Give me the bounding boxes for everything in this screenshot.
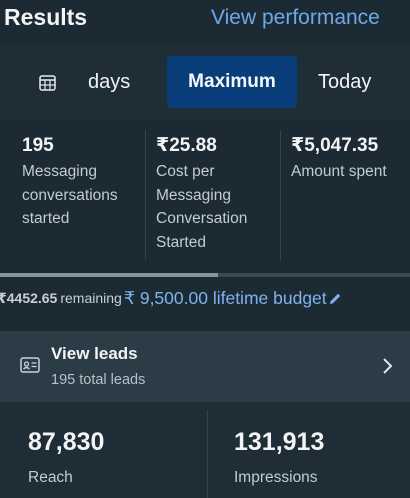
stat-messaging-conversations: 195 Messaging conversations started [22,132,144,231]
contact-card-icon [20,357,40,373]
tab-maximum[interactable]: Maximum [167,56,297,108]
budget-summary: ₹4452.65 remaining ₹ 9,500.00 lifetime b… [0,287,342,309]
view-leads-card[interactable]: View leads 195 total leads [0,331,410,402]
metric-value: 87,830 [28,428,105,456]
stat-label: Amount spent [291,163,387,180]
tab-maximum-label: Maximum [188,71,276,92]
stat-value: ₹25.88 [156,135,217,156]
stat-value: ₹5,047.35 [291,135,379,156]
lifetime-budget-link[interactable]: ₹ 9,500.00 lifetime budget [124,288,327,309]
budget-progress-fill [0,273,218,277]
date-range-tabs: days Maximum Today [0,46,410,120]
chevron-right-icon [383,358,393,374]
remaining-label: remaining [60,290,122,306]
metric-impressions: 131,913 Impressions [234,428,324,487]
stat-amount-spent: ₹5,047.35 Amount spent [291,132,409,184]
divider [145,130,146,260]
metric-reach: 87,830 Reach [28,428,104,487]
divider [207,410,208,498]
stat-label: Messaging conversations started [22,163,118,227]
stat-label: Cost per Messaging Conversation Started [156,163,248,251]
tab-today-label: Today [318,70,372,93]
metric-label: Reach [28,469,73,486]
remaining-amount: ₹4452.65 [0,289,58,306]
page-title: Results [4,4,88,30]
stat-value: 195 [22,135,54,156]
tab-days-label: days [88,70,131,93]
total-leads-count: 195 total leads [51,372,146,388]
metric-value: 131,913 [234,428,325,456]
stat-cost-per-conversation: ₹25.88 Cost per Messaging Conversation S… [156,132,274,254]
calendar-icon [39,74,56,91]
metric-label: Impressions [234,469,318,486]
tab-today[interactable]: Today [318,56,402,108]
view-leads-title: View leads [51,344,138,363]
tab-days[interactable]: days [30,56,142,108]
view-performance-link[interactable]: View performance [211,6,380,30]
pencil-icon[interactable] [329,292,342,305]
divider [280,130,281,260]
